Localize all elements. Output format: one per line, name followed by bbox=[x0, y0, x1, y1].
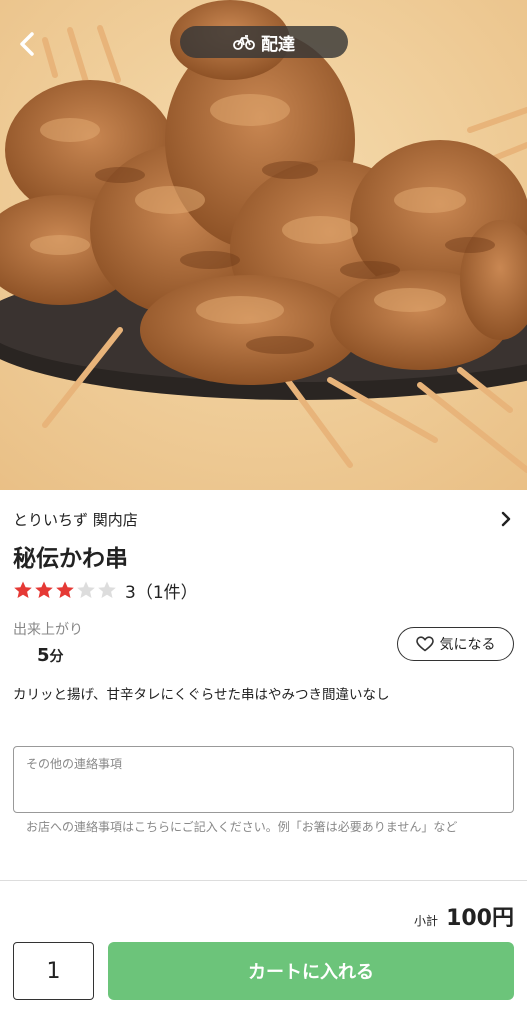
star-empty-icon bbox=[77, 581, 95, 598]
star-filled-icon bbox=[35, 581, 53, 598]
finish-time-label: 出来上がり bbox=[13, 622, 83, 638]
finish-time-unit: 分 bbox=[49, 649, 64, 665]
shop-name: とりいちず 関内店 bbox=[13, 510, 138, 529]
star-filled-icon bbox=[14, 581, 32, 598]
delivery-label: 配達 bbox=[261, 34, 295, 55]
back-button[interactable] bbox=[8, 24, 48, 64]
star-empty-icon bbox=[98, 581, 116, 598]
finish-time-number: 5 bbox=[37, 645, 50, 666]
subtotal: 小計 100円 bbox=[414, 900, 514, 932]
rating-count: 3（1件） bbox=[125, 582, 198, 603]
note-textarea[interactable]: その他の連絡事項 bbox=[13, 746, 514, 813]
heart-icon bbox=[415, 636, 434, 652]
quantity-selector[interactable]: 1 bbox=[13, 942, 94, 1000]
star-filled-icon bbox=[56, 581, 74, 598]
chevron-right-icon bbox=[501, 511, 511, 527]
add-to-cart-button[interactable]: カートに入れる bbox=[108, 942, 514, 1000]
item-photo: 配達 bbox=[0, 0, 527, 490]
bicycle-icon bbox=[233, 35, 255, 50]
favorite-label: 気になる bbox=[439, 637, 496, 653]
divider bbox=[0, 880, 527, 881]
note-hint: お店への連絡事項はこちらにご記入ください。例「お箸は必要ありません」など bbox=[26, 820, 458, 834]
shop-link[interactable]: とりいちず 関内店 bbox=[13, 506, 513, 532]
note-placeholder: その他の連絡事項 bbox=[26, 757, 123, 771]
item-title: 秘伝かわ串 bbox=[13, 546, 128, 572]
item-description: カリッと揚げ、甘辛タレにくぐらせた串はやみつき間違いなし bbox=[13, 687, 390, 703]
subtotal-label: 小計 bbox=[414, 914, 439, 928]
add-to-cart-label: カートに入れる bbox=[248, 962, 374, 983]
delivery-mode-pill[interactable]: 配達 bbox=[180, 26, 348, 58]
rating-stars bbox=[13, 580, 117, 600]
subtotal-amount: 100円 bbox=[446, 906, 514, 931]
rating: 3（1件） bbox=[13, 578, 198, 603]
quantity-value: 1 bbox=[46, 958, 61, 984]
favorite-button[interactable]: 気になる bbox=[397, 627, 514, 661]
finish-time-value: 5分 bbox=[37, 645, 64, 666]
chevron-left-icon bbox=[20, 32, 34, 56]
